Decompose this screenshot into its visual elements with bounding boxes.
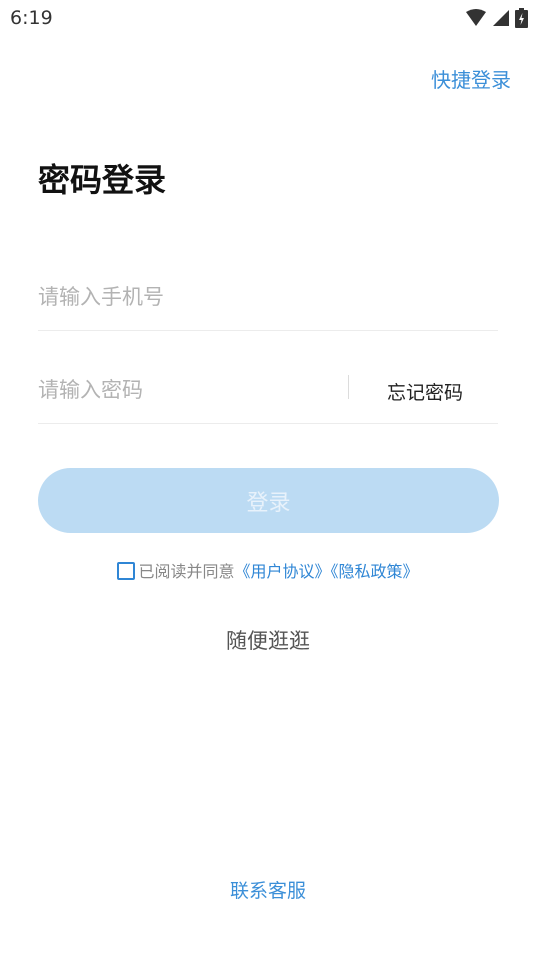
wifi-icon bbox=[466, 9, 486, 26]
page-title: 密码登录 bbox=[38, 161, 167, 199]
quick-login-link[interactable]: 快捷登录 bbox=[431, 64, 511, 93]
user-agreement-link[interactable]: 《用户协议》 bbox=[234, 562, 330, 581]
browse-link[interactable]: 随便逛逛 bbox=[0, 625, 536, 655]
signal-icon bbox=[493, 10, 509, 26]
agreement-checkbox[interactable] bbox=[117, 562, 136, 580]
forgot-password-link[interactable]: 忘记密码 bbox=[387, 378, 463, 405]
status-time: 6:19 bbox=[10, 7, 53, 29]
field-divider bbox=[348, 375, 349, 399]
agreement-row: 已阅读并同意《用户协议》《隐私政策》 bbox=[0, 558, 536, 582]
phone-field bbox=[38, 260, 498, 331]
contact-support-link[interactable]: 联系客服 bbox=[0, 876, 536, 903]
privacy-policy-link[interactable]: 《隐私政策》 bbox=[331, 562, 419, 581]
phone-input[interactable] bbox=[38, 280, 478, 314]
battery-icon bbox=[515, 8, 528, 28]
status-bar: 6:19 bbox=[0, 0, 536, 36]
status-icons bbox=[465, 8, 528, 28]
login-button[interactable]: 登录 bbox=[38, 468, 499, 533]
password-field: 忘记密码 bbox=[38, 353, 498, 424]
password-input[interactable] bbox=[38, 373, 338, 407]
agreement-prefix: 已阅读并同意 bbox=[138, 562, 235, 581]
